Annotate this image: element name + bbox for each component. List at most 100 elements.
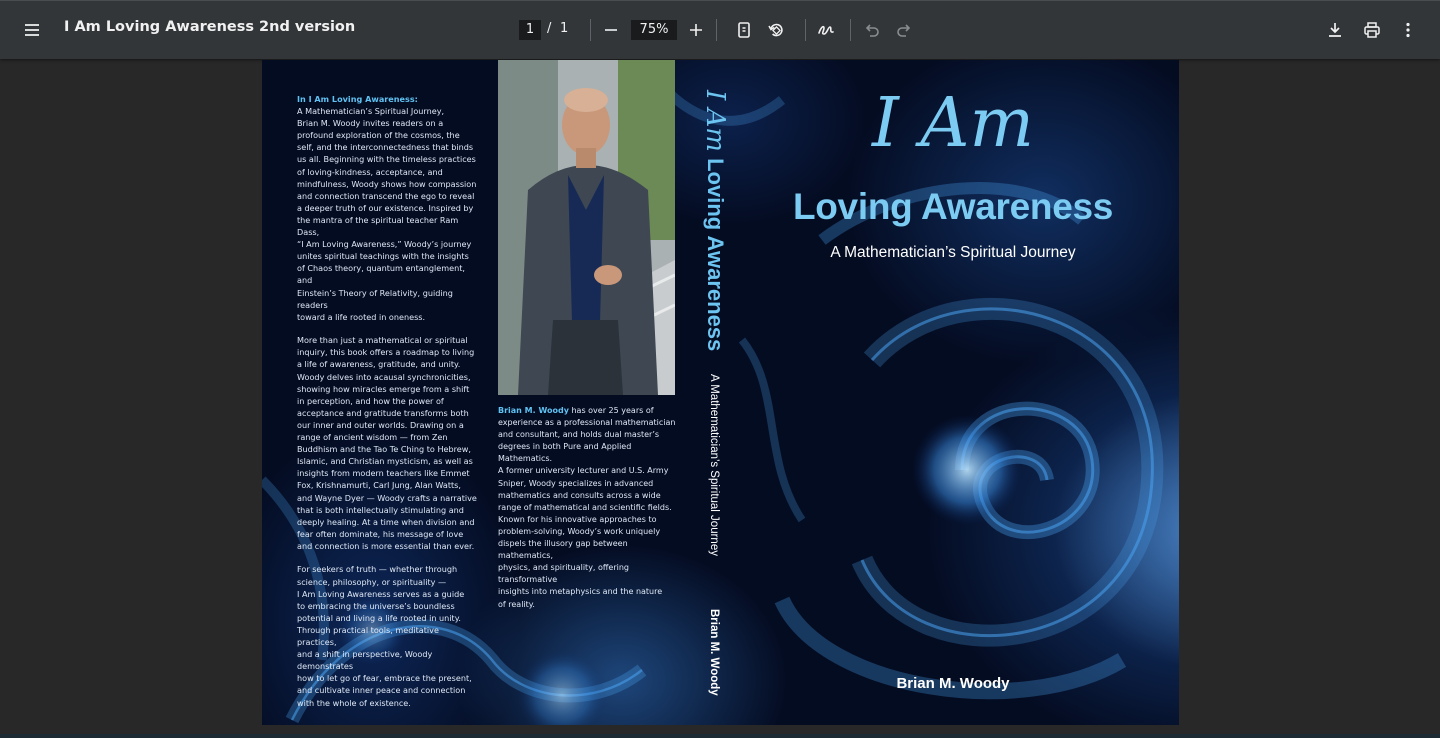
document-title: I Am Loving Awareness 2nd version	[64, 19, 356, 35]
book-cover-page: In I Am Loving Awareness: A Mathematicia…	[262, 60, 1179, 725]
blurb-line: of loving-kindness, acceptance, and	[297, 166, 443, 177]
blurb-line: Fox, Krishnamurti, Carl Jung, Alan Watts…	[297, 480, 461, 491]
bio-author-name: Brian M. Woody	[498, 406, 569, 415]
bio-text: experience as a professional mathematici…	[498, 418, 675, 608]
pdf-toolbar: I Am Loving Awareness 2nd version 1 / 1 …	[0, 0, 1440, 59]
page-total: 1	[560, 21, 569, 36]
blurb-line: with the whole of existence.	[297, 697, 411, 708]
blurb-line: unites spiritual teachings with the insi…	[297, 251, 469, 262]
blurb-line: science, philosophy, or spirituality —	[297, 576, 447, 587]
bio-first-line: has over 25 years of	[568, 406, 654, 415]
toolbar-divider	[805, 19, 806, 41]
front-subtitle: A Mathematician’s Spiritual Journey	[830, 244, 1076, 261]
front-author: Brian M. Woody	[896, 675, 1010, 692]
blurb-line: fear often dominate, his message of love	[297, 528, 464, 539]
blurb-paragraph-1: In I Am Loving Awareness: A Mathematicia…	[297, 93, 479, 323]
author-bio: Brian M. Woody has over 25 years of expe…	[498, 405, 676, 611]
blurb-line: range of ancient wisdom — from Zen	[297, 432, 448, 443]
blurb-paragraph-2: More than just a mathematical or spiritu…	[297, 334, 479, 552]
zoom-level-input[interactable]: 75%	[631, 20, 677, 40]
toolbar-divider	[850, 19, 851, 41]
book-spine: I Am Loving Awareness A Mathematician’s …	[700, 90, 736, 710]
toolbar-divider	[590, 19, 591, 41]
bio-line: Sniper, Woody specializes in advanced	[498, 478, 654, 488]
author-photo	[498, 60, 675, 395]
bio-line: experience as a professional mathematici…	[498, 418, 676, 428]
download-icon[interactable]	[1319, 14, 1351, 46]
page-number-input[interactable]: 1	[519, 20, 541, 40]
blurb-line: mindfulness, Woody shows how compassion	[297, 178, 477, 189]
bio-line: dispels the illusory gap between mathema…	[498, 539, 628, 561]
blurb-line: and a shift in perspective, Woody demons…	[297, 649, 433, 672]
blurb-line: a deeper truth of our existence. Inspire…	[297, 202, 474, 213]
blurb-line: showing how miracles emerge from a shift	[297, 383, 470, 394]
blurb-line: Woody delves into acausal synchronicitie…	[297, 371, 471, 382]
bio-line: degrees in both Pure and Applied Mathema…	[498, 442, 632, 464]
blurb-line: in perception, and how the power of	[297, 395, 444, 406]
blurb-line: acceptance and gratitude transforms both	[297, 407, 469, 418]
blurb-line: Islamic, and Christian mysticism, as wel…	[297, 456, 473, 467]
blurb-line: Einstein’s Theory of Relativity, guiding…	[297, 287, 453, 310]
annotate-icon[interactable]	[810, 14, 842, 46]
blurb-line: to embracing the universe’s boundless	[297, 600, 455, 611]
spine-title-main: Loving Awareness	[703, 158, 728, 352]
blurb-line: our inner and outer worlds. Drawing on a	[297, 419, 464, 430]
undo-icon[interactable]	[856, 14, 888, 46]
more-vert-icon[interactable]	[1392, 14, 1424, 46]
blurb-line: inquiry, this book offers a roadmap to l…	[297, 347, 475, 358]
spine-title-script: I Am	[700, 90, 730, 152]
bio-line: insights into metaphysics and the nature	[498, 587, 663, 597]
menu-icon[interactable]	[16, 14, 48, 46]
spine-title: I Am Loving Awareness	[700, 90, 730, 351]
bottom-strip	[0, 734, 1440, 738]
blurb-line: of Chaos theory, quantum entanglement, a…	[297, 263, 465, 286]
bio-line: range of mathematical and scientific fie…	[498, 502, 672, 512]
blurb-line: self, and the interconnectedness that bi…	[297, 142, 474, 153]
spine-author: Brian M. Woody	[708, 609, 720, 696]
blurb-paragraph-3: For seekers of truth — whether through sc…	[297, 563, 479, 708]
blurb-line: and cultivate inner peace and connection	[297, 685, 466, 696]
blurb-paragraph-1-text: A Mathematician’s Spiritual Journey, Bria…	[297, 106, 476, 322]
blurb-line: profound exploration of the cosmos, the	[297, 130, 460, 141]
front-title-script: I Am	[871, 84, 1035, 163]
blurb-line: toward a life rooted in oneness.	[297, 311, 426, 322]
blurb-line: and Wayne Dyer — Woody crafts a narrativ…	[297, 492, 477, 503]
blurb-line: Brian M. Woody invites readers on a	[297, 118, 444, 129]
blurb-intro-label: In I Am Loving Awareness:	[297, 94, 418, 104]
blurb-line: Through practical tools, meditative prac…	[297, 624, 439, 648]
blurb-line: “I Am Loving Awareness,” Woody’s journey	[297, 239, 472, 250]
blurb-line: how to let go of fear, embrace the prese…	[297, 673, 472, 684]
blurb-line: More than just a mathematical or spiritu…	[297, 335, 468, 346]
blurb-line: For seekers of truth — whether through	[297, 564, 458, 575]
blurb-line: Buddhism and the Tao Te Ching to Hebrew,	[297, 444, 471, 455]
blurb-line: us all. Beginning with the timeless prac…	[297, 154, 476, 165]
blurb-line: the mantra of the spiritual teacher Ram …	[297, 214, 459, 238]
blurb-line: I Am Loving Awareness serves as a guide	[297, 588, 465, 599]
blurb-line: A Mathematician’s Spiritual Journey,	[297, 106, 445, 117]
page-separator: /	[547, 21, 552, 36]
print-icon[interactable]	[1356, 14, 1388, 46]
front-title-main: Loving Awareness	[792, 186, 1114, 227]
bio-line: Known for his innovative approaches to	[498, 514, 657, 524]
bio-line: A former university lecturer and U.S. Ar…	[498, 466, 669, 476]
bio-line: mathematics and consults across a wide	[498, 490, 661, 500]
blurb-line: and connection is more essential than ev…	[297, 540, 475, 551]
back-cover-blurb: In I Am Loving Awareness: A Mathematicia…	[297, 93, 479, 720]
spine-subtitle: A Mathematician’s Spiritual Journey	[708, 374, 720, 556]
bio-line: physics, and spirituality, offering tran…	[498, 563, 629, 585]
toolbar-divider	[716, 19, 717, 41]
blurb-line: a life of awareness, gratitude, and unit…	[297, 359, 461, 370]
blurb-line: that is both intellectually stimulating …	[297, 504, 464, 515]
bio-line: of reality.	[498, 599, 535, 609]
bio-line: problem-solving, Woody’s work uniquely	[498, 526, 661, 536]
bio-line: and consultant, and holds dual master’s	[498, 430, 660, 440]
fit-page-icon[interactable]	[728, 14, 760, 46]
rotate-icon[interactable]	[760, 14, 792, 46]
blurb-line: potential and living a life rooted in un…	[297, 612, 461, 623]
blurb-line: deeply healing. At a time when division …	[297, 516, 475, 527]
blurb-line: and connection transcend the ego to reve…	[297, 190, 475, 201]
zoom-in-icon[interactable]	[680, 14, 712, 46]
redo-icon[interactable]	[888, 14, 920, 46]
zoom-out-icon[interactable]	[595, 14, 627, 46]
blurb-line: insights from modern teachers like Emmet	[297, 468, 470, 479]
